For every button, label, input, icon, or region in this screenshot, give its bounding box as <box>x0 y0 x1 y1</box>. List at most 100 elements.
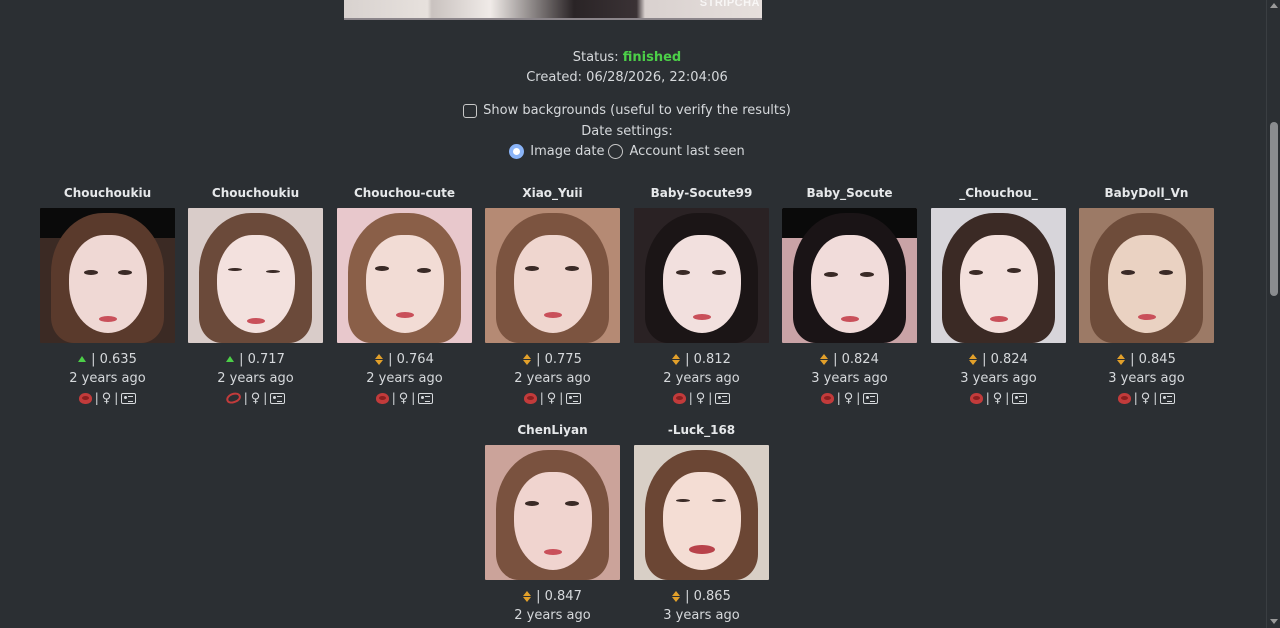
source-site-icon[interactable] <box>672 392 686 404</box>
female-icon: ♀ <box>992 390 1003 406</box>
result-thumbnail[interactable] <box>931 208 1066 343</box>
result-score: | 0.635 <box>40 349 175 369</box>
result-actions: | ♀ | <box>337 389 472 407</box>
trend-up-icon <box>78 356 87 362</box>
result-thumbnail[interactable] <box>188 208 323 343</box>
result-card[interactable]: Baby_Socute | 0.824 3 years ago | ♀ | <box>782 186 917 407</box>
result-card[interactable]: -Luck_168 | 0.865 3 years ago <box>634 423 769 626</box>
scroll-down-arrow-icon[interactable] <box>1270 619 1278 624</box>
result-thumbnail[interactable] <box>1079 208 1214 343</box>
account-last-seen-radio[interactable] <box>608 144 624 159</box>
result-date: 3 years ago <box>1108 371 1185 386</box>
female-icon: ♀ <box>546 390 557 406</box>
status-label: Status: <box>572 50 619 65</box>
result-date: 2 years ago <box>514 608 591 623</box>
image-date-label[interactable]: Image date <box>530 144 604 159</box>
scroll-up-arrow-icon[interactable] <box>1270 3 1278 8</box>
results-page: STRIPCHA Status: finished Created: 06/28… <box>0 0 1280 628</box>
female-icon: ♀ <box>101 390 112 406</box>
image-date-radio[interactable] <box>509 144 525 159</box>
date-settings-options: Image date Account last seen <box>0 144 1254 159</box>
trend-up-icon <box>226 356 235 362</box>
result-name[interactable]: Baby-Socute99 <box>634 186 769 208</box>
show-backgrounds-label[interactable]: Show backgrounds (useful to verify the r… <box>483 103 791 118</box>
result-name[interactable]: ChenLiyan <box>485 423 620 445</box>
result-score: | 0.824 <box>931 349 1066 369</box>
source-site-icon[interactable] <box>820 392 834 404</box>
result-score: | 0.865 <box>634 586 769 606</box>
source-site-icon[interactable] <box>1117 392 1131 404</box>
result-score: | 0.847 <box>485 586 620 606</box>
result-card[interactable]: Xiao_Yuii | 0.775 2 years ago | ♀ | <box>485 186 620 407</box>
watermark: STRIPCHA <box>699 0 760 9</box>
result-card[interactable]: Baby-Socute99 | 0.812 2 years ago | ♀ | <box>634 186 769 407</box>
result-card[interactable]: Chouchoukiu | 0.717 2 years ago | ♀ | <box>188 186 323 407</box>
profile-card-icon[interactable] <box>715 392 731 404</box>
result-date: 3 years ago <box>663 608 740 623</box>
result-date: 3 years ago <box>811 371 888 386</box>
result-score: | 0.812 <box>634 349 769 369</box>
trend-updown-icon <box>820 353 829 365</box>
profile-card-icon[interactable] <box>566 392 582 404</box>
result-card[interactable]: ChenLiyan | 0.847 2 years ago <box>485 423 620 626</box>
result-thumbnail[interactable] <box>634 208 769 343</box>
result-name[interactable]: -Luck_168 <box>634 423 769 445</box>
result-score: | 0.775 <box>485 349 620 369</box>
result-card[interactable]: BabyDoll_Vn | 0.845 3 years ago | ♀ | <box>1079 186 1214 407</box>
result-card[interactable]: Chouchoukiu | 0.635 2 years ago | ♀ | <box>40 186 175 407</box>
result-score: | 0.717 <box>188 349 323 369</box>
status-value: finished <box>622 50 682 65</box>
result-card[interactable]: _Chouchou_ | 0.824 3 years ago | ♀ | <box>931 186 1066 407</box>
source-site-icon[interactable] <box>523 392 537 404</box>
profile-card-icon[interactable] <box>418 392 434 404</box>
trend-updown-icon <box>523 353 532 365</box>
vertical-scrollbar[interactable] <box>1266 0 1280 628</box>
result-actions: | ♀ | <box>40 389 175 407</box>
profile-card-icon[interactable] <box>1012 392 1028 404</box>
female-icon: ♀ <box>250 390 261 406</box>
female-icon: ♀ <box>695 390 706 406</box>
result-thumbnail[interactable] <box>485 208 620 343</box>
show-backgrounds-row[interactable]: Show backgrounds (useful to verify the r… <box>0 103 1254 118</box>
result-name[interactable]: Chouchoukiu <box>40 186 175 208</box>
profile-card-icon[interactable] <box>863 392 879 404</box>
trend-updown-icon <box>1117 353 1126 365</box>
result-score: | 0.824 <box>782 349 917 369</box>
trend-updown-icon <box>672 590 681 602</box>
profile-card-icon[interactable] <box>121 392 137 404</box>
result-name[interactable]: Chouchoukiu <box>188 186 323 208</box>
account-last-seen-label[interactable]: Account last seen <box>629 144 744 159</box>
result-thumbnail[interactable] <box>485 445 620 580</box>
show-backgrounds-checkbox[interactable] <box>463 103 478 118</box>
result-name[interactable]: _Chouchou_ <box>931 186 1066 208</box>
query-image: STRIPCHA <box>344 0 762 20</box>
trend-updown-icon <box>969 353 978 365</box>
result-score: | 0.845 <box>1079 349 1214 369</box>
result-thumbnail[interactable] <box>337 208 472 343</box>
result-actions: | ♀ | <box>931 389 1066 407</box>
result-thumbnail[interactable] <box>40 208 175 343</box>
profile-card-icon[interactable] <box>270 392 286 404</box>
result-card[interactable]: Chouchou-cute | 0.764 2 years ago | ♀ | <box>337 186 472 407</box>
date-settings-label: Date settings: <box>581 124 673 139</box>
result-name[interactable]: BabyDoll_Vn <box>1079 186 1214 208</box>
female-icon: ♀ <box>1140 390 1151 406</box>
result-thumbnail[interactable] <box>634 445 769 580</box>
profile-card-icon[interactable] <box>1160 392 1176 404</box>
source-site-icon[interactable] <box>969 392 983 404</box>
result-actions: | ♀ | <box>485 389 620 407</box>
source-site-alt-icon[interactable] <box>224 390 242 406</box>
result-date: 2 years ago <box>217 371 294 386</box>
trend-updown-icon <box>375 353 384 365</box>
source-site-icon[interactable] <box>375 392 389 404</box>
result-name[interactable]: Chouchou-cute <box>337 186 472 208</box>
source-site-icon[interactable] <box>78 392 92 404</box>
result-thumbnail[interactable] <box>782 208 917 343</box>
result-date: 2 years ago <box>69 371 146 386</box>
scroll-thumb[interactable] <box>1270 122 1278 296</box>
result-actions: | ♀ | <box>188 389 323 407</box>
result-name[interactable]: Xiao_Yuii <box>485 186 620 208</box>
female-icon: ♀ <box>843 390 854 406</box>
result-actions: | ♀ | <box>1079 389 1214 407</box>
result-name[interactable]: Baby_Socute <box>782 186 917 208</box>
